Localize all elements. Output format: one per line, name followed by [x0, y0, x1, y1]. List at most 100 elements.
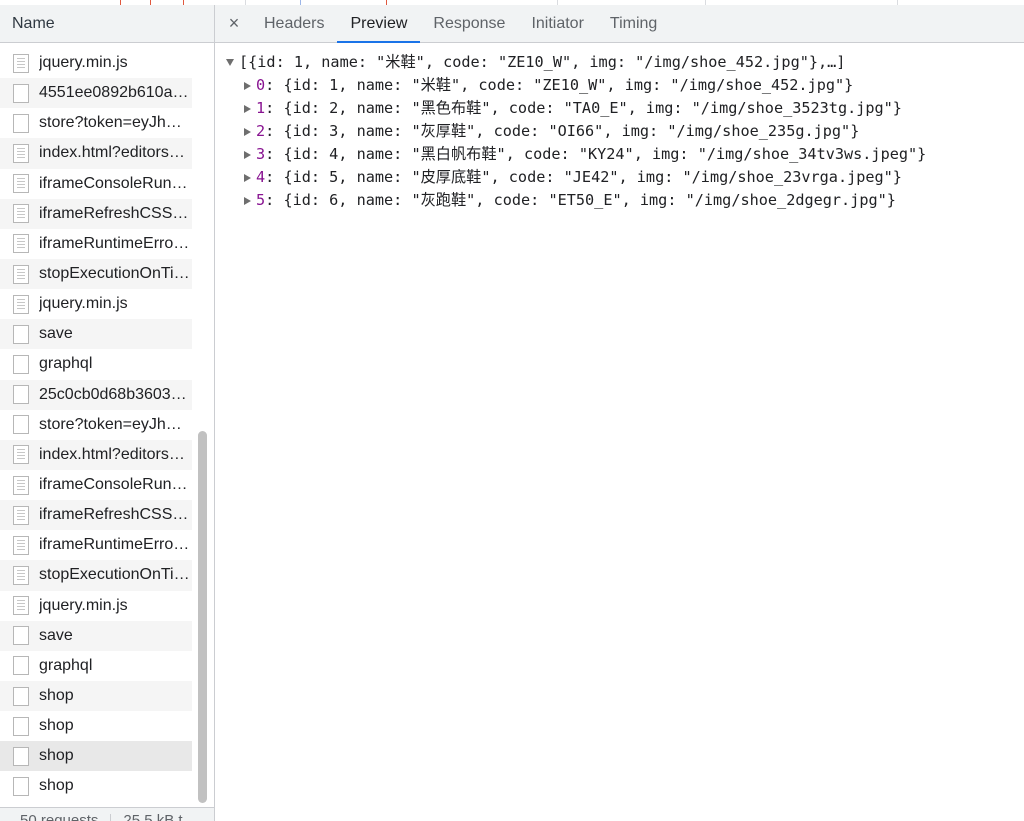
json-item-value: : {id: 2, name: "黑色布鞋", code: "TA0_E", i… — [265, 99, 902, 117]
document-file-icon — [13, 776, 29, 796]
request-name: shop — [39, 747, 74, 765]
json-item-value: : {id: 5, name: "皮厚底鞋", code: "JE42", im… — [265, 168, 902, 186]
tab-headers[interactable]: Headers — [251, 5, 337, 42]
script-file-icon — [13, 294, 29, 314]
json-item-value: : {id: 1, name: "米鞋", code: "ZE10_W", im… — [265, 76, 854, 94]
json-item-index: 3 — [256, 145, 266, 163]
request-row[interactable]: shop — [0, 711, 192, 741]
tab-preview[interactable]: Preview — [337, 5, 421, 43]
document-file-icon — [13, 415, 29, 435]
request-list-scrollbar[interactable] — [196, 48, 210, 803]
request-name: index.html?editors… — [39, 445, 185, 463]
json-item-index: 2 — [256, 122, 266, 140]
json-root-summary: [{id: 1, name: "米鞋", code: "ZE10_W", img… — [239, 53, 846, 71]
request-name: jquery.min.js — [39, 596, 128, 614]
document-file-icon — [13, 716, 29, 736]
request-row[interactable]: 25c0cb0d68b3603… — [0, 379, 192, 410]
expand-right-icon[interactable] — [244, 127, 251, 136]
expand-right-icon[interactable] — [244, 104, 251, 113]
expand-down-icon[interactable] — [226, 59, 234, 66]
json-array-item-row[interactable]: 4: {id: 5, name: "皮厚底鞋", code: "JE42", i… — [215, 166, 1024, 189]
request-row[interactable]: graphql — [0, 651, 192, 681]
request-row[interactable]: save — [0, 620, 192, 651]
script-file-icon — [13, 53, 29, 73]
json-item-index: 5 — [256, 191, 266, 209]
request-row[interactable]: 4551ee0892b610a… — [0, 78, 192, 109]
detail-tabbar: × Headers Preview Response Initiator Timing — [215, 5, 1024, 43]
status-divider — [110, 814, 112, 821]
document-file-icon — [13, 385, 29, 405]
document-file-icon — [13, 656, 29, 676]
document-file-icon — [13, 746, 29, 766]
json-array-item-row[interactable]: 5: {id: 6, name: "灰跑鞋", code: "ET50_E", … — [215, 189, 1024, 212]
request-name: store?token=eyJhb… — [39, 114, 191, 132]
request-row[interactable]: graphql — [0, 349, 192, 379]
request-name: shop — [39, 717, 74, 735]
request-row[interactable]: shop — [0, 741, 192, 772]
json-item-index: 0 — [256, 76, 266, 94]
expand-right-icon[interactable] — [244, 150, 251, 159]
request-row[interactable]: iframeRefreshCSS-… — [0, 198, 192, 229]
script-file-icon — [13, 505, 29, 525]
request-row[interactable]: store?token=eyJhb… — [0, 108, 192, 138]
network-status-bar: 50 requests 25.5 kB t — [0, 807, 214, 821]
script-file-icon — [13, 174, 29, 194]
request-name: save — [39, 325, 73, 343]
request-name: save — [39, 626, 73, 644]
request-name: stopExecutionOnTi… — [39, 566, 190, 584]
scrollbar-thumb[interactable] — [198, 431, 207, 803]
script-file-icon — [13, 596, 29, 616]
request-row[interactable]: iframeConsoleRun… — [0, 169, 192, 199]
json-item-index: 4 — [256, 168, 266, 186]
request-row[interactable]: iframeRuntimeError… — [0, 229, 192, 259]
document-file-icon — [13, 324, 29, 344]
json-array-item-row[interactable]: 2: {id: 3, name: "灰厚鞋", code: "OI66", im… — [215, 120, 1024, 143]
request-name: graphql — [39, 355, 93, 373]
tab-timing[interactable]: Timing — [597, 5, 670, 42]
request-row[interactable]: iframeRuntimeError… — [0, 530, 192, 560]
expand-right-icon[interactable] — [244, 196, 251, 205]
transferred-size: 25.5 kB t — [123, 812, 183, 821]
request-name: shop — [39, 687, 74, 705]
close-icon[interactable]: × — [217, 5, 251, 42]
name-column-header[interactable]: Name — [0, 5, 214, 43]
request-row[interactable]: shop — [0, 771, 192, 801]
request-name: stopExecutionOnTi… — [39, 265, 190, 283]
json-item-value: : {id: 3, name: "灰厚鞋", code: "OI66", img… — [265, 122, 860, 140]
request-row[interactable]: save — [0, 319, 192, 350]
json-preview: [{id: 1, name: "米鞋", code: "ZE10_W", img… — [215, 43, 1024, 212]
json-array-item-row[interactable]: 0: {id: 1, name: "米鞋", code: "ZE10_W", i… — [215, 74, 1024, 97]
request-row[interactable]: iframeRefreshCSS-… — [0, 500, 192, 531]
request-row[interactable]: stopExecutionOnTi… — [0, 560, 192, 591]
request-row[interactable]: index.html?editors… — [0, 138, 192, 169]
tab-initiator[interactable]: Initiator — [518, 5, 596, 42]
request-name: index.html?editors… — [39, 144, 185, 162]
json-root-row[interactable]: [{id: 1, name: "米鞋", code: "ZE10_W", img… — [215, 51, 1024, 74]
request-name: iframeRuntimeError… — [39, 234, 192, 252]
script-file-icon — [13, 445, 29, 465]
request-row[interactable]: shop — [0, 680, 192, 712]
request-row[interactable]: store?token=eyJhb… — [0, 410, 192, 440]
script-file-icon — [13, 143, 29, 163]
request-name: iframeRuntimeError… — [39, 536, 192, 554]
request-name: shop — [39, 777, 74, 795]
request-count: 50 requests — [20, 812, 99, 821]
expand-right-icon[interactable] — [244, 173, 251, 182]
request-row[interactable]: stopExecutionOnTi… — [0, 258, 192, 290]
tab-response[interactable]: Response — [420, 5, 518, 42]
request-name: jquery.min.js — [39, 295, 128, 313]
json-array-item-row[interactable]: 3: {id: 4, name: "黑白帆布鞋", code: "KY24", … — [215, 143, 1024, 166]
request-row[interactable]: iframeConsoleRun… — [0, 470, 192, 500]
document-file-icon — [13, 686, 29, 706]
script-file-icon — [13, 475, 29, 495]
json-array-item-row[interactable]: 1: {id: 2, name: "黑色布鞋", code: "TA0_E", … — [215, 97, 1024, 120]
request-row[interactable]: jquery.min.js — [0, 591, 192, 621]
json-item-index: 1 — [256, 99, 266, 117]
expand-right-icon[interactable] — [244, 81, 251, 90]
request-row[interactable]: jquery.min.js — [0, 48, 192, 78]
request-row[interactable]: index.html?editors… — [0, 439, 192, 470]
script-file-icon — [13, 234, 29, 254]
request-name: 25c0cb0d68b3603… — [39, 385, 187, 403]
json-item-value: : {id: 6, name: "灰跑鞋", code: "ET50_E", i… — [265, 191, 896, 209]
request-row[interactable]: jquery.min.js — [0, 289, 192, 319]
